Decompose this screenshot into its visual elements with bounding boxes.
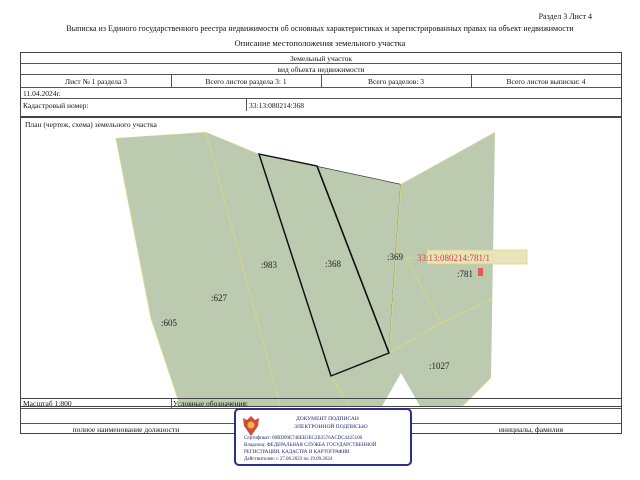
emblem-icon <box>243 416 259 436</box>
plan-frame: :605 :627 :983 :368 :369 :781 :1027 33:1… <box>20 117 622 407</box>
object-type: Земельный участок <box>289 53 353 63</box>
stamp-cert: Сертификат: 00BD09E748EB3EC2B3576ACDC442… <box>244 436 363 441</box>
highlight-mark <box>478 268 483 276</box>
parcel-label-368: :368 <box>325 259 342 269</box>
cadastral-label: Кадастровый номер: <box>23 100 89 110</box>
parcel-label-605: :605 <box>161 318 178 328</box>
object-type-row: Земельный участок <box>21 53 621 64</box>
section-sheet-label: Раздел 3 Лист 4 <box>538 12 592 21</box>
extract-date: 11.04.2024г. <box>23 88 61 98</box>
position-label: полное наименование должности <box>72 424 180 434</box>
legend-label: Условные обозначения: <box>173 399 249 408</box>
object-kind-row: вид объекта недвижимости <box>21 64 621 75</box>
sheet-info-row: Лист № 1 раздела 3 Всего листов раздела … <box>21 75 621 88</box>
sheet-number: Лист № 1 раздела 3 <box>65 76 127 86</box>
stamp-validity: Действителен: с 27.06.2023 по 19.09.2024 <box>244 457 333 462</box>
stamp-line2: ЭЛЕКТРОННОЙ ПОДПИСЬЮ <box>294 424 368 430</box>
parcel-label-1027: :1027 <box>429 361 450 371</box>
date-row: 11.04.2024г. <box>21 88 621 99</box>
document-title: Выписка из Единого государственного реес… <box>66 24 574 33</box>
info-table: Земельный участок вид объекта недвижимос… <box>20 52 622 117</box>
stamp-line1: ДОКУМЕНТ ПОДПИСАН <box>296 416 359 422</box>
parcel-label-627: :627 <box>211 293 228 303</box>
stamp-owner2: РЕГИСТРАЦИИ, КАДАСТРА И КАРТОГРАФИИ <box>244 450 350 455</box>
parcel-map: :605 :627 :983 :368 :369 :781 :1027 33:1… <box>21 118 621 406</box>
plan-title: План (чертеж, схема) земельного участка <box>25 120 157 129</box>
document-subtitle: Описание местоположения земельного участ… <box>234 38 406 48</box>
object-kind: вид объекта недвижимости <box>277 64 365 74</box>
total-sheets-section: Всего листов раздела 3: 1 <box>205 76 287 86</box>
highlight-label: 33:13:080214:781/1 <box>417 253 490 263</box>
parcel-label-369: :369 <box>387 252 404 262</box>
total-sections: Всего разделов: 3 <box>367 76 425 86</box>
parcel-label-781: :781 <box>457 269 473 279</box>
stamp-owner: Владелец: ФЕДЕРАЛЬНАЯ СЛУЖБА ГОСУДАРСТВЕ… <box>244 443 377 448</box>
scale-label: Масштаб 1:800 <box>23 399 72 408</box>
name-label: инициалы, фамилия <box>498 424 564 434</box>
cadastral-number: 33:13:080214:368 <box>249 100 305 110</box>
total-sheets-extract: Всего листов выписки: 4 <box>506 76 586 86</box>
e-signature-stamp: ДОКУМЕНТ ПОДПИСАН ЭЛЕКТРОННОЙ ПОДПИСЬЮ С… <box>234 408 412 466</box>
parcel-label-983: :983 <box>261 260 278 270</box>
cadastral-row: Кадастровый номер: 33:13:080214:368 <box>21 99 621 111</box>
